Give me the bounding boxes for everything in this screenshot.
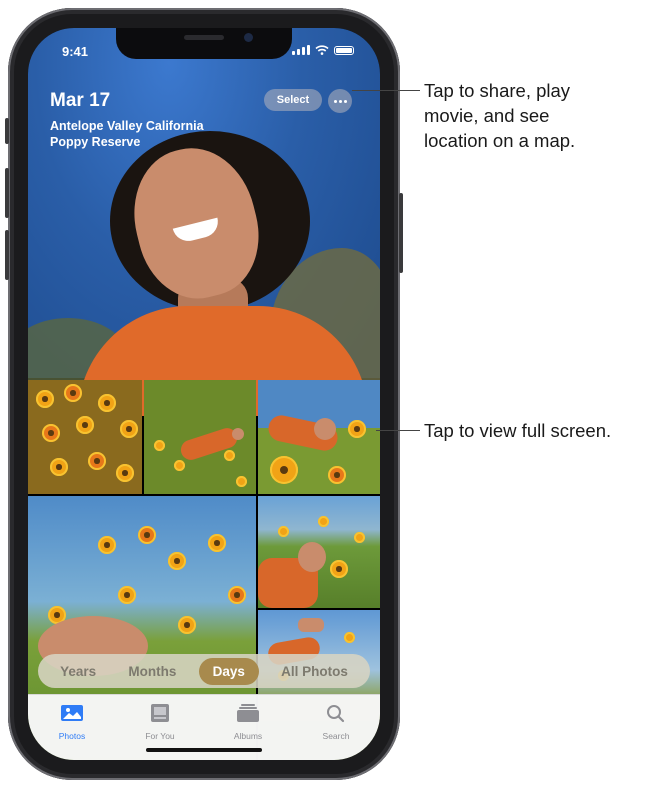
volume-down-button [5, 230, 9, 280]
battery-icon [334, 46, 354, 55]
for-you-icon [151, 704, 169, 722]
location-line-1: Antelope Valley California [50, 119, 204, 133]
tab-for-you[interactable]: For You [116, 703, 204, 741]
view-segmented-control: Years Months Days All Photos [38, 654, 370, 688]
side-button [5, 118, 9, 144]
volume-up-button [5, 168, 9, 218]
front-camera [244, 33, 253, 42]
callout-share-line-1: Tap to share, play [424, 80, 571, 101]
callout-line-middle [376, 430, 420, 431]
callout-full-screen: Tap to view full screen. [424, 420, 612, 441]
status-icons [292, 45, 354, 55]
photo-tile-field[interactable] [144, 380, 256, 494]
date-title: Mar 17 [50, 90, 111, 111]
segment-months[interactable]: Months [118, 658, 186, 685]
signal-icon [292, 45, 310, 55]
location-line-2: Poppy Reserve [50, 135, 141, 149]
albums-icon [237, 704, 259, 722]
speaker [184, 35, 224, 40]
iphone-frame: 9:41 Mar 17 Antelope Valley California P… [5, 8, 403, 780]
location-label: Antelope Valley California Poppy Reserve [50, 118, 250, 150]
photo-tile-poppies[interactable] [28, 380, 142, 494]
tab-albums[interactable]: Albums [204, 703, 292, 741]
callout-share-line-3: location on a map. [424, 130, 576, 151]
notch [116, 28, 292, 59]
hero-photo[interactable] [28, 28, 380, 416]
photos-icon [61, 705, 83, 721]
home-indicator[interactable] [146, 748, 262, 752]
tab-search[interactable]: Search [292, 703, 380, 741]
callout-line-top [352, 90, 420, 91]
select-button[interactable]: Select [264, 89, 322, 111]
callout-share-line-2: movie, and see [424, 105, 550, 126]
photo-tile-lying[interactable] [258, 380, 380, 494]
segment-all-photos[interactable]: All Photos [271, 658, 358, 685]
callout-share: Tap to share, play movie, and see locati… [424, 78, 575, 153]
tab-search-label: Search [322, 731, 350, 741]
tab-photos-label: Photos [58, 731, 86, 741]
segment-years[interactable]: Years [50, 658, 106, 685]
ellipsis-icon[interactable] [328, 89, 352, 113]
wifi-icon [315, 45, 329, 55]
status-time: 9:41 [62, 44, 89, 59]
segment-days[interactable]: Days [198, 657, 259, 685]
photo-tile-smiling[interactable] [258, 496, 380, 608]
tab-photos[interactable]: Photos [28, 703, 116, 741]
phone-screen: 9:41 Mar 17 Antelope Valley California P… [28, 28, 380, 760]
power-button [399, 193, 403, 273]
tab-albums-label: Albums [233, 731, 263, 741]
search-icon [327, 705, 345, 723]
tab-for-you-label: For You [145, 731, 175, 741]
